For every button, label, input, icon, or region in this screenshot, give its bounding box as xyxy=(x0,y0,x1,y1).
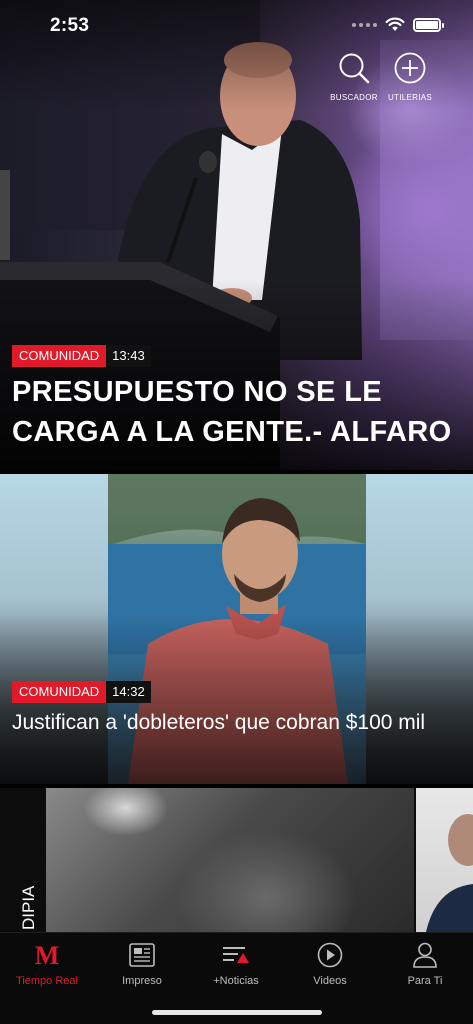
time-badge: 13:43 xyxy=(106,345,151,367)
card3-photo-secondary xyxy=(416,788,473,932)
headline[interactable]: PRESUPUESTO NO SE LE CARGA A LA GENTE.- … xyxy=(12,372,467,452)
battery-icon xyxy=(413,17,444,32)
headline[interactable]: Justifican a 'dobleteros' que cobran $10… xyxy=(12,708,452,738)
search-icon xyxy=(339,53,370,84)
tab-label: Tiempo Real xyxy=(16,975,78,987)
tab-label: +Noticias xyxy=(213,975,259,987)
card3-photo xyxy=(46,788,414,932)
card-meta: COMUNIDAD 14:32 xyxy=(12,681,151,703)
tools-button[interactable]: UTILERIAS xyxy=(380,52,440,102)
user-icon xyxy=(413,942,437,968)
home-indicator xyxy=(152,1010,322,1015)
section-badge: COMUNIDAD xyxy=(12,681,107,703)
tab-label: Videos xyxy=(313,975,347,987)
search-button[interactable]: BUSCADOR xyxy=(324,52,384,102)
tab-label: Para Ti xyxy=(407,975,443,987)
search-label: BUSCADOR xyxy=(330,93,378,102)
time-badge: 14:32 xyxy=(106,681,151,703)
play-circle-icon xyxy=(317,942,343,968)
newspaper-icon xyxy=(129,943,155,967)
tools-label: UTILERIAS xyxy=(387,93,433,102)
tab-para-ti[interactable]: Para Ti xyxy=(378,941,472,987)
tab-mas-noticias[interactable]: +Noticias xyxy=(189,941,283,987)
side-text: DIPIA xyxy=(19,885,38,930)
section-badge: COMUNIDAD xyxy=(12,345,107,367)
tab-videos[interactable]: Videos xyxy=(283,941,377,987)
more-news-icon xyxy=(223,947,249,963)
plus-circle-icon xyxy=(394,52,426,84)
tab-tiempo-real[interactable]: M Tiempo Real xyxy=(0,941,94,987)
status-icons xyxy=(352,17,444,32)
wifi-icon xyxy=(385,17,405,31)
tab-impreso[interactable]: Impreso xyxy=(95,941,189,987)
feed-card-3[interactable]: DIPIA xyxy=(0,788,473,932)
status-bar: 2:53 xyxy=(0,0,473,54)
tab-label: Impreso xyxy=(122,975,162,987)
vertical-side-text: DIPIA xyxy=(4,788,44,932)
card-meta: COMUNIDAD 13:43 xyxy=(12,345,151,367)
svg-text:M: M xyxy=(35,941,60,969)
cellular-signal-icon xyxy=(352,22,377,27)
m-logo-icon: M xyxy=(35,941,60,969)
status-time: 2:53 xyxy=(50,15,90,36)
